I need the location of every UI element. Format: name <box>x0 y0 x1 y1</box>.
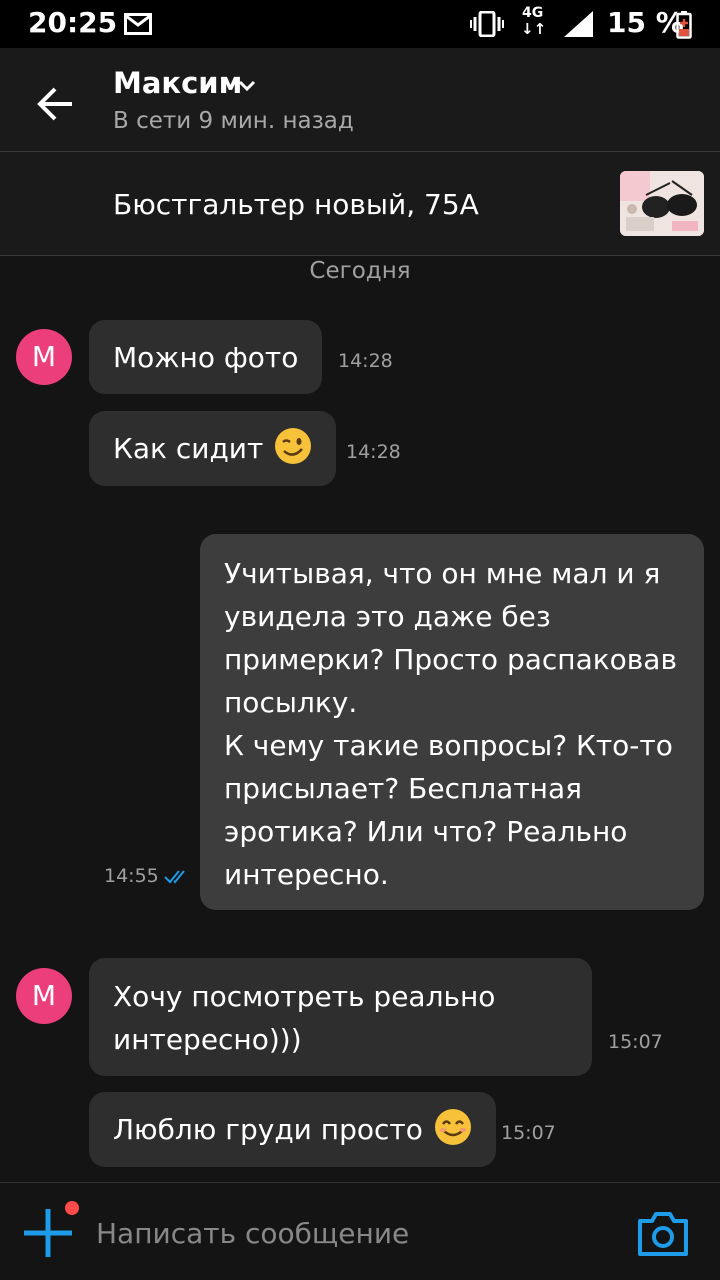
message-time: 14:55 <box>104 865 159 887</box>
double-check-icon <box>164 866 192 890</box>
camera-icon <box>638 1212 688 1256</box>
message-bubble[interactable]: Можно фото <box>89 320 323 394</box>
message-line: К чему такие вопросы? Кто-то <box>224 729 673 762</box>
battery-icon <box>676 11 692 43</box>
message-line: посылку. <box>224 686 358 719</box>
vibrate-icon <box>470 10 504 41</box>
message-bubble[interactable]: Хочу посмотреть реально интересно))) <box>89 958 592 1076</box>
message-text: Как сидит <box>113 432 264 465</box>
message-line: Хочу посмотреть реально <box>113 980 496 1013</box>
message-line: примерки? Просто распаковав <box>224 643 677 676</box>
chevron-down-icon[interactable] <box>237 78 257 97</box>
network-type: 4G <box>522 5 544 21</box>
back-arrow-icon <box>37 87 72 121</box>
chat-screen: 20:25 4G ↓↑ 15 % Максим В сети 9 мин. на… <box>0 0 720 1280</box>
message-time: 15:07 <box>608 1031 663 1053</box>
message-bubble[interactable]: Люблю груди просто <box>89 1092 496 1167</box>
listing-title: Бюстгальтер новый, 75А <box>113 188 479 221</box>
date-divider: Сегодня <box>309 258 411 284</box>
message-line: Учитывая, что он мне мал и я <box>224 557 661 590</box>
message-text: Можно фото <box>113 341 299 374</box>
message-text: Люблю груди просто <box>113 1113 423 1146</box>
message-line: эротика? Или что? Реально <box>224 815 628 848</box>
back-button[interactable] <box>30 78 82 130</box>
message-bubble-outgoing[interactable]: Учитывая, что он мне мал и я увидела это… <box>200 534 704 910</box>
network-arrows: ↓↑ <box>521 20 547 38</box>
winking-face-emoji <box>274 427 312 465</box>
message-time: 14:28 <box>338 350 393 372</box>
avatar[interactable]: M <box>16 968 72 1024</box>
chat-header: Максим В сети 9 мин. назад <box>0 48 720 152</box>
message-time: 15:07 <box>501 1122 556 1144</box>
message-line: интересно. <box>224 858 389 891</box>
message-line: интересно))) <box>113 1023 302 1056</box>
avatar[interactable]: M <box>16 329 72 385</box>
listing-bar[interactable]: Бюстгальтер новый, 75А <box>0 152 720 256</box>
battery-percent: 15 % <box>607 6 684 39</box>
status-bar: 20:25 4G ↓↑ 15 % <box>0 0 720 48</box>
message-time: 14:28 <box>346 441 401 463</box>
contact-name[interactable]: Максим <box>113 66 242 100</box>
message-composer <box>0 1182 720 1280</box>
message-line: увидела это даже без <box>224 600 551 633</box>
contact-status: В сети 9 мин. назад <box>113 108 354 134</box>
notification-dot <box>65 1201 79 1215</box>
message-line: присылает? Бесплатная <box>224 772 582 805</box>
message-input[interactable] <box>96 1209 606 1257</box>
status-time: 20:25 <box>28 6 118 39</box>
camera-button[interactable] <box>636 1211 690 1261</box>
signal-icon <box>562 10 594 42</box>
smiling-face-emoji <box>434 1108 472 1146</box>
listing-thumbnail[interactable] <box>620 171 704 236</box>
mail-icon <box>124 13 152 39</box>
message-bubble[interactable]: Как сидит <box>89 411 337 486</box>
